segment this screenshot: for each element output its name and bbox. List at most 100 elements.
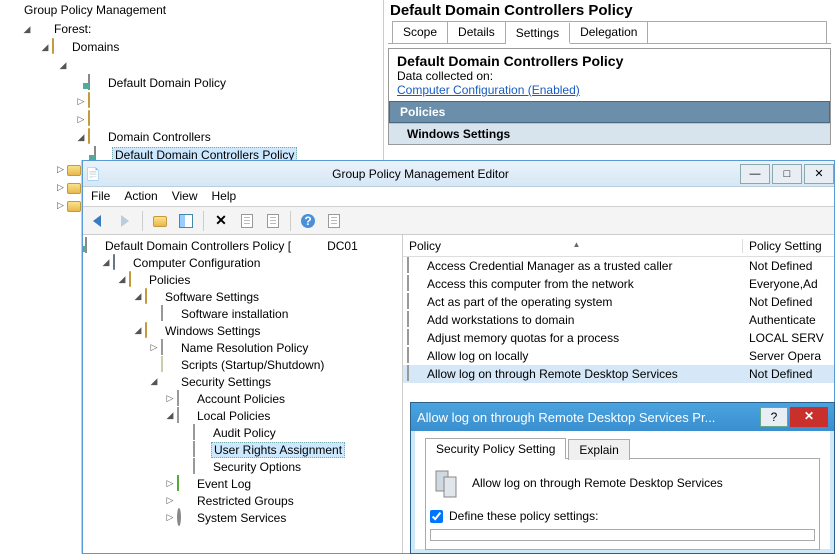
- servers-icon: [430, 467, 462, 499]
- column-policy[interactable]: Policy▲: [403, 239, 743, 253]
- policies-header[interactable]: Policies: [389, 101, 830, 123]
- tab-security-policy-setting[interactable]: Security Policy Setting: [425, 438, 566, 459]
- node-label: Account Policies: [195, 392, 287, 406]
- dialog-titlebar[interactable]: Allow log on through Remote Desktop Serv…: [411, 403, 834, 431]
- expand-icon[interactable]: ▷: [76, 96, 86, 107]
- policy-row[interactable]: Act as part of the operating systemNot D…: [403, 293, 834, 311]
- software-settings-node[interactable]: ◢Software Settings: [85, 288, 400, 305]
- ou-icon: [88, 93, 104, 109]
- user-rights-assignment-node[interactable]: User Rights Assignment: [85, 441, 400, 458]
- windows-settings-header[interactable]: Windows Settings: [389, 123, 830, 144]
- expand-icon[interactable]: ▷: [165, 393, 175, 404]
- windows-settings-node[interactable]: ◢Windows Settings: [85, 322, 400, 339]
- audit-policy-node[interactable]: Audit Policy: [85, 424, 400, 441]
- tab-details[interactable]: Details: [448, 22, 506, 43]
- policy-row[interactable]: Adjust memory quotas for a processLOCAL …: [403, 329, 834, 347]
- expand-icon[interactable]: ◢: [117, 274, 127, 285]
- expand-icon[interactable]: ◢: [22, 24, 32, 35]
- expand-icon[interactable]: ◢: [101, 257, 111, 268]
- policy-row[interactable]: Add workstations to domainAuthenticate: [403, 311, 834, 329]
- system-services-node[interactable]: ▷System Services: [85, 509, 400, 526]
- menu-action[interactable]: Action: [124, 189, 157, 204]
- expand-icon[interactable]: ◢: [165, 410, 175, 421]
- domains-node[interactable]: ◢ Domains: [4, 38, 383, 56]
- up-button[interactable]: [148, 210, 172, 232]
- forward-button[interactable]: [113, 210, 137, 232]
- menu-help[interactable]: Help: [212, 189, 237, 204]
- name-resolution-node[interactable]: ▷Name Resolution Policy: [85, 339, 400, 356]
- window-title: Group Policy Management Editor: [103, 167, 738, 181]
- maximize-button[interactable]: □: [772, 164, 802, 184]
- expand-icon[interactable]: ▷: [76, 114, 86, 125]
- account-policies-node[interactable]: ▷ Account Policies: [85, 390, 400, 407]
- expand-icon[interactable]: ◢: [58, 60, 68, 71]
- ou-domain-controllers[interactable]: ◢ Domain Controllers: [4, 128, 383, 146]
- expand-icon[interactable]: ▷: [165, 478, 175, 489]
- ou-node[interactable]: ▷: [4, 92, 383, 110]
- scroll-icon: [161, 357, 177, 373]
- policy-properties-dialog: Allow log on through Remote Desktop Serv…: [410, 402, 835, 554]
- gear-icon: [177, 510, 193, 526]
- policy-value: LOCAL SERV: [743, 331, 834, 345]
- refresh-button[interactable]: [322, 210, 346, 232]
- computer-configuration-node[interactable]: ◢Computer Configuration: [85, 254, 400, 271]
- back-button[interactable]: [87, 210, 111, 232]
- tab-explain[interactable]: Explain: [568, 439, 629, 460]
- policy-row[interactable]: Access this computer from the networkEve…: [403, 275, 834, 293]
- gpo-link-default-domain[interactable]: Default Domain Policy: [4, 74, 383, 92]
- delete-button[interactable]: ✕: [209, 210, 233, 232]
- gpo-root-node[interactable]: Default Domain Controllers Policy [ DC01: [85, 237, 400, 254]
- menu-view[interactable]: View: [172, 189, 198, 204]
- close-button[interactable]: ✕: [804, 164, 834, 184]
- expand-icon[interactable]: ◢: [133, 291, 143, 302]
- menu-file[interactable]: File: [91, 189, 110, 204]
- people-icon: [177, 493, 193, 509]
- minimize-button[interactable]: —: [740, 164, 770, 184]
- policy-row[interactable]: Allow log on locallyServer Opera: [403, 347, 834, 365]
- expand-icon[interactable]: ◢: [133, 325, 143, 336]
- domains-icon: [52, 39, 68, 55]
- domain-node[interactable]: ◢: [4, 56, 383, 74]
- users-list-box[interactable]: [430, 529, 815, 541]
- local-policies-node[interactable]: ◢Local Policies: [85, 407, 400, 424]
- close-button[interactable]: ✕: [790, 407, 828, 427]
- policy-icon: [177, 408, 193, 424]
- restricted-groups-node[interactable]: ▷Restricted Groups: [85, 492, 400, 509]
- event-log-node[interactable]: ▷Event Log: [85, 475, 400, 492]
- expand-icon[interactable]: ▷: [149, 342, 159, 353]
- policy-row[interactable]: Access Credential Manager as a trusted c…: [403, 257, 834, 275]
- help-button[interactable]: ?: [760, 407, 788, 427]
- policy-row[interactable]: Allow log on through Remote Desktop Serv…: [403, 365, 834, 383]
- ou-icon: [67, 201, 81, 212]
- expand-icon[interactable]: ▷: [56, 182, 65, 193]
- root-server: DC01: [325, 239, 360, 253]
- scripts-node[interactable]: Scripts (Startup/Shutdown): [85, 356, 400, 373]
- expand-icon[interactable]: ◢: [40, 42, 50, 53]
- tab-scope[interactable]: Scope: [393, 22, 448, 43]
- data-collected-label: Data collected on:: [397, 69, 822, 83]
- tab-settings[interactable]: Settings: [506, 23, 570, 44]
- define-policy-checkbox[interactable]: [430, 510, 443, 523]
- policy-item-icon: [407, 258, 423, 274]
- column-policy-setting[interactable]: Policy Setting: [743, 239, 834, 253]
- expand-icon[interactable]: ▷: [165, 495, 175, 506]
- tab-delegation[interactable]: Delegation: [570, 22, 648, 43]
- expand-icon[interactable]: ▷: [56, 164, 65, 175]
- help-button[interactable]: ?: [296, 210, 320, 232]
- expand-icon[interactable]: ▷: [56, 200, 65, 211]
- software-installation-node[interactable]: Software installation: [85, 305, 400, 322]
- expand-icon[interactable]: ▷: [165, 512, 175, 523]
- computer-config-link[interactable]: Computer Configuration (Enabled): [397, 83, 822, 97]
- expand-icon[interactable]: ◢: [76, 132, 86, 143]
- forest-node[interactable]: ◢ Forest:: [4, 20, 383, 38]
- expand-icon[interactable]: ◢: [149, 376, 159, 387]
- security-settings-node[interactable]: ◢Security Settings: [85, 373, 400, 390]
- properties-button[interactable]: [235, 210, 259, 232]
- export-button[interactable]: [261, 210, 285, 232]
- policies-node[interactable]: ◢Policies: [85, 271, 400, 288]
- ou-node[interactable]: ▷: [4, 110, 383, 128]
- show-hide-tree-button[interactable]: [174, 210, 198, 232]
- gpme-titlebar[interactable]: 📄 Group Policy Management Editor — □ ✕: [83, 161, 834, 187]
- security-options-node[interactable]: Security Options: [85, 458, 400, 475]
- report-title: Default Domain Controllers Policy: [397, 53, 822, 69]
